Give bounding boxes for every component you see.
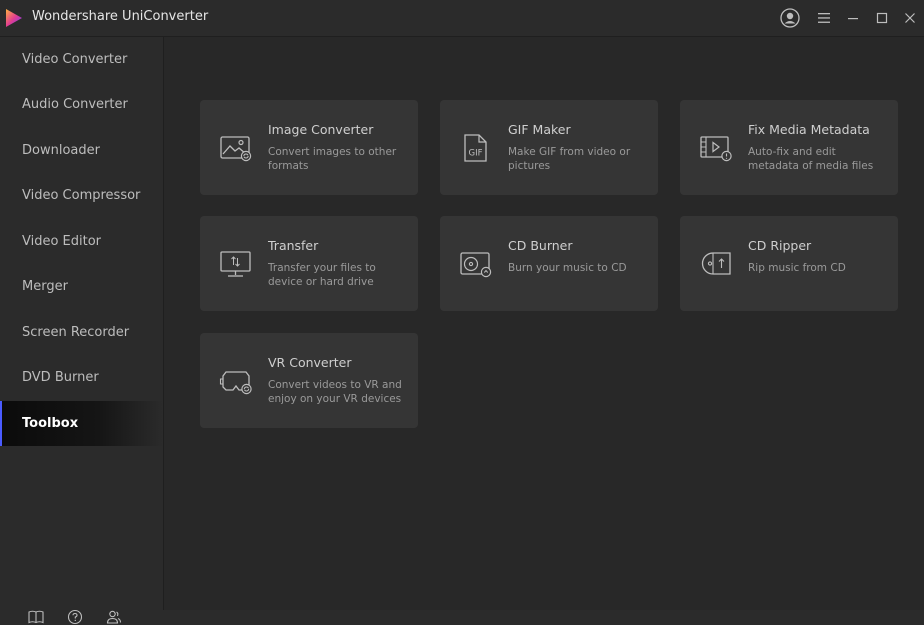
tool-description: Burn your music to CD — [508, 262, 627, 274]
tool-card-transfer[interactable]: Transfer Transfer your files to device o… — [200, 216, 418, 311]
tool-card-cd-burner[interactable]: CD Burner Burn your music to CD — [440, 216, 658, 311]
tool-description: Make GIF from video or pictures — [508, 146, 631, 172]
minimize-icon[interactable] — [843, 8, 863, 28]
sidebar-item-toolbox[interactable]: Toolbox — [0, 401, 163, 446]
account-avatar-icon[interactable] — [780, 8, 800, 28]
tool-card-gif-maker[interactable]: GIF GIF Maker Make GIF from video or pic… — [440, 100, 658, 195]
sidebar-footer — [28, 609, 122, 625]
help-icon[interactable] — [67, 609, 83, 625]
tool-card-cd-ripper[interactable]: CD Ripper Rip music from CD — [680, 216, 898, 311]
title-bar: Wondershare UniConverter — [0, 0, 924, 37]
close-icon[interactable] — [900, 8, 920, 28]
toolbox-panel: Image Converter Convert images to other … — [164, 37, 924, 610]
tool-card-vr-converter[interactable]: VR Converter Convert videos to VR and en… — [200, 333, 418, 428]
image-icon — [220, 136, 252, 162]
sidebar-item-downloader[interactable]: Downloader — [0, 128, 163, 173]
transfer-icon — [220, 251, 251, 277]
vr-icon — [219, 371, 252, 395]
tool-card-fix-media-metadata[interactable]: Fix Media Metadata Auto-fix and edit met… — [680, 100, 898, 195]
tool-title: Fix Media Metadata — [748, 122, 870, 137]
tool-card-image-converter[interactable]: Image Converter Convert images to other … — [200, 100, 418, 195]
svg-text:GIF: GIF — [469, 149, 483, 159]
tool-description: Transfer your files to device or hard dr… — [268, 262, 376, 288]
metadata-icon — [700, 136, 732, 162]
gif-icon: GIF — [464, 134, 487, 162]
sidebar-item-video-editor[interactable]: Video Editor — [0, 219, 163, 264]
book-icon[interactable] — [28, 609, 44, 625]
tool-title: CD Ripper — [748, 238, 812, 253]
tool-description: Auto-fix and edit metadata of media file… — [748, 146, 874, 172]
app-logo-icon — [6, 9, 22, 27]
menu-icon[interactable] — [814, 8, 834, 28]
account-icon[interactable] — [106, 609, 122, 625]
sidebar-item-video-converter[interactable]: Video Converter — [0, 37, 163, 82]
sidebar-item-dvd-burner[interactable]: DVD Burner — [0, 355, 163, 400]
tool-description: Convert videos to VR and enjoy on your V… — [268, 379, 402, 405]
tool-title: CD Burner — [508, 238, 573, 253]
app-title: Wondershare UniConverter — [32, 9, 209, 24]
sidebar-item-merger[interactable]: Merger — [0, 264, 163, 309]
tool-description: Rip music from CD — [748, 262, 846, 274]
sidebar: Video Converter Audio Converter Download… — [0, 37, 164, 625]
tool-title: GIF Maker — [508, 122, 571, 137]
sidebar-item-audio-converter[interactable]: Audio Converter — [0, 82, 163, 127]
cd-ripper-icon — [701, 252, 731, 275]
tool-title: Transfer — [268, 238, 319, 253]
tool-description: Convert images to other formats — [268, 146, 397, 172]
sidebar-item-video-compressor[interactable]: Video Compressor — [0, 173, 163, 218]
cd-burner-icon — [460, 252, 492, 278]
sidebar-item-screen-recorder[interactable]: Screen Recorder — [0, 310, 163, 355]
tool-title: Image Converter — [268, 122, 374, 137]
tool-title: VR Converter — [268, 355, 352, 370]
maximize-icon[interactable] — [872, 8, 892, 28]
